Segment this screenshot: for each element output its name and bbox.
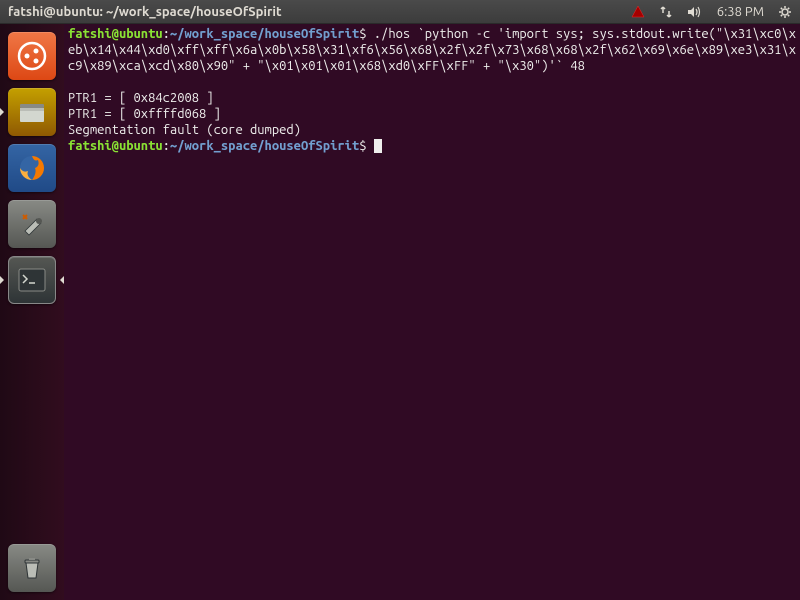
network-icon[interactable] [659,5,673,19]
top-menubar: fatshi@ubuntu: ~/work_space/houseOfSpiri… [0,0,800,24]
prompt-path: ~/work_space/houseOfSpirit [170,139,359,153]
launcher-firefox[interactable] [6,142,58,194]
gear-icon[interactable] [778,5,792,19]
output-line: Segmentation fault (core dumped) [68,123,301,137]
alert-icon[interactable] [631,5,645,19]
launcher-settings[interactable] [6,198,58,250]
cursor [374,139,382,153]
prompt-user: fatshi@ubuntu [68,139,163,153]
unity-launcher [0,24,64,600]
prompt-end: $ [359,27,366,41]
output-line: PTR1 = [ 0xffffd068 ] [68,107,221,121]
prompt-sep: : [163,139,170,153]
prompt-user: fatshi@ubuntu [68,27,163,41]
menubar-indicators: 6:38 PM [631,5,792,19]
launcher-dash[interactable] [6,30,58,82]
prompt-sep: : [163,27,170,41]
window-title: fatshi@ubuntu: ~/work_space/houseOfSpiri… [8,5,631,19]
prompt-end: $ [359,139,366,153]
terminal-content[interactable]: fatshi@ubuntu:~/work_space/houseOfSpirit… [64,24,800,600]
launcher-terminal[interactable] [6,254,58,306]
sound-icon[interactable] [687,5,703,19]
output-line: PTR1 = [ 0x84c2008 ] [68,91,214,105]
launcher-files[interactable] [6,86,58,138]
prompt-path: ~/work_space/houseOfSpirit [170,27,359,41]
clock[interactable]: 6:38 PM [717,5,764,19]
launcher-trash[interactable] [6,542,58,594]
